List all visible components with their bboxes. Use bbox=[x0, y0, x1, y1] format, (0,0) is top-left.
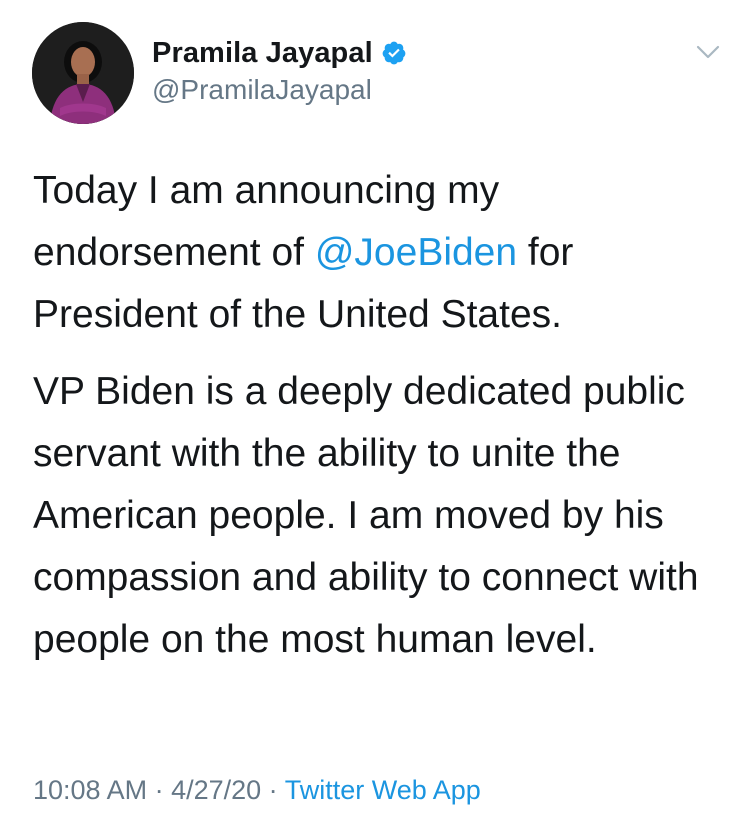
tweet-text: Today I am announcing my endorsement of … bbox=[33, 160, 733, 671]
mention-link[interactable]: @JoeBiden bbox=[315, 231, 517, 274]
tweet-paragraph-1: Today I am announcing my endorsement of … bbox=[33, 160, 733, 346]
tweet-meta: 10:08 AM · 4/27/20 · Twitter Web App bbox=[33, 775, 481, 806]
author-header: Pramila Jayapal @PramilaJayapal bbox=[152, 34, 407, 106]
tweet-date[interactable]: 4/27/20 bbox=[171, 775, 261, 805]
tweet-card: Pramila Jayapal @PramilaJayapal Today I … bbox=[0, 0, 750, 831]
chevron-down-icon[interactable] bbox=[694, 42, 722, 62]
tweet-source-link[interactable]: Twitter Web App bbox=[285, 775, 481, 805]
author-avatar[interactable] bbox=[32, 22, 134, 124]
avatar-photo-icon bbox=[32, 22, 134, 124]
verified-badge-icon bbox=[381, 40, 407, 66]
meta-separator: · bbox=[261, 775, 285, 805]
author-handle[interactable]: @PramilaJayapal bbox=[152, 74, 407, 106]
tweet-paragraph-2: VP Biden is a deeply dedicated public se… bbox=[33, 370, 699, 661]
author-name-row: Pramila Jayapal bbox=[152, 34, 407, 72]
tweet-time[interactable]: 10:08 AM bbox=[33, 775, 147, 805]
meta-separator: · bbox=[147, 775, 172, 805]
author-display-name[interactable]: Pramila Jayapal bbox=[152, 37, 373, 70]
